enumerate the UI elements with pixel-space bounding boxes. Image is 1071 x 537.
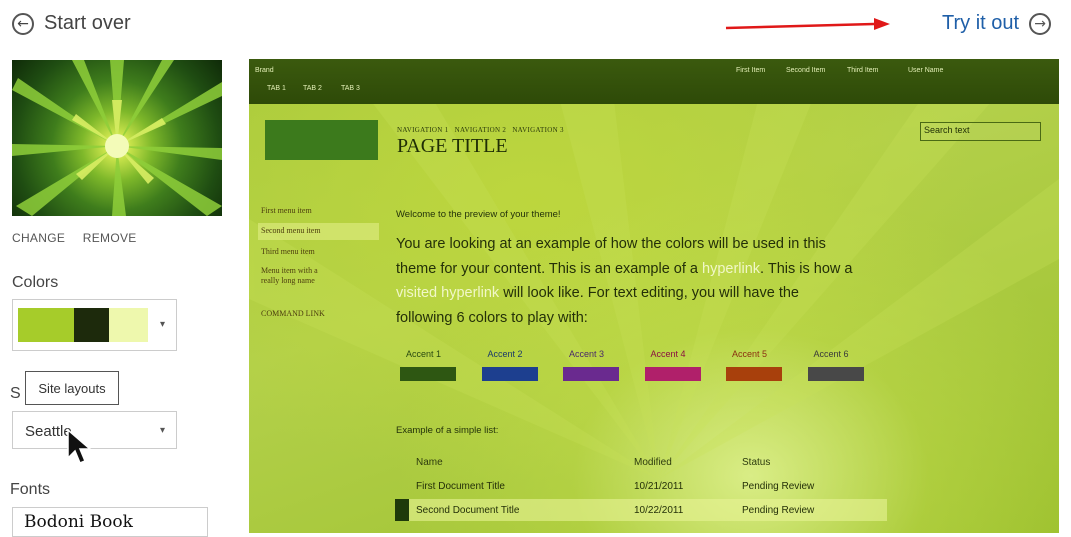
- chevron-down-icon: ▾: [160, 425, 166, 436]
- breadcrumb: NAVIGATION 1 NAVIGATION 2 NAVIGATION 3: [397, 126, 564, 134]
- visited-hyperlink-example[interactable]: visited hyperlink: [396, 285, 499, 301]
- body-line: You are looking at an example of how the…: [396, 236, 826, 252]
- accent-swatch-6: [807, 367, 864, 381]
- accent-label-2: Accent 2: [487, 349, 523, 359]
- accent-swatch-2: [481, 367, 538, 381]
- fonts-label: Fonts: [10, 481, 51, 498]
- annotation-red-arrow-icon: [725, 18, 890, 30]
- body-text: You are looking at an example of how the…: [396, 232, 896, 330]
- suite-tab-3[interactable]: TAB 3: [341, 85, 360, 92]
- site-layouts-tooltip: Site layouts: [25, 371, 119, 405]
- menu-item-1[interactable]: First menu item: [261, 206, 312, 215]
- accent-swatch-5: [726, 367, 782, 381]
- suite-bar: [249, 59, 1059, 104]
- change-image-link[interactable]: CHANGE: [12, 231, 65, 245]
- command-link[interactable]: COMMAND LINK: [261, 309, 325, 318]
- body-text-span: will look like. For text editing, you wi…: [499, 285, 799, 301]
- menu-item-2[interactable]: Second menu item: [261, 226, 321, 235]
- colors-label: Colors: [12, 274, 59, 291]
- table-cell: 10/22/2011: [634, 505, 684, 516]
- brand-label: Brand: [255, 67, 274, 74]
- font-scheme-value: Bodoni Book: [24, 512, 133, 532]
- accent-label-1: Accent 1: [406, 349, 442, 359]
- site-logo: [265, 120, 378, 160]
- suite-link-2[interactable]: Second Item: [786, 67, 825, 74]
- theme-background-image: [12, 60, 222, 216]
- color-swatch-1: [18, 308, 74, 342]
- list-label: Example of a simple list:: [396, 425, 499, 436]
- forward-arrow-icon: →: [1029, 12, 1052, 35]
- try-it-out-label: Try it out: [942, 12, 1020, 34]
- table-cell[interactable]: Second Document Title: [416, 505, 519, 516]
- back-arrow-icon: ←: [12, 12, 34, 35]
- accent-swatch-4: [644, 367, 701, 381]
- suite-tab-2[interactable]: TAB 2: [303, 85, 322, 92]
- table-cell: Pending Review: [742, 505, 815, 516]
- image-actions: CHANGE REMOVE: [12, 231, 151, 245]
- body-line: theme for your content. This is an examp…: [396, 257, 896, 282]
- theme-preview: Brand TAB 1 TAB 2 TAB 3 First Item Secon…: [249, 59, 1059, 533]
- color-swatch-2: [74, 308, 109, 342]
- table-cell: 10/21/2011: [634, 481, 684, 492]
- suite-link-3[interactable]: Third Item: [847, 67, 879, 74]
- menu-item-4-continued: really long name: [261, 276, 315, 285]
- bromeliad-image: [12, 60, 222, 216]
- nav-item[interactable]: NAVIGATION 1: [397, 126, 449, 134]
- column-header-name[interactable]: Name: [416, 457, 443, 468]
- user-name[interactable]: User Name: [908, 67, 943, 74]
- nav-item[interactable]: NAVIGATION 3: [512, 126, 564, 134]
- start-over-button[interactable]: ← Start over: [12, 12, 131, 35]
- row-selected-marker: [395, 499, 409, 521]
- mouse-cursor-icon: [67, 428, 92, 464]
- site-layouts-label: S: [10, 385, 21, 402]
- accent-swatch-3: [563, 367, 619, 381]
- accent-label-6: Accent 6: [813, 349, 849, 359]
- column-header-status[interactable]: Status: [742, 457, 770, 468]
- accent-swatch-1: [400, 367, 456, 381]
- menu-item-3[interactable]: Third menu item: [261, 247, 315, 256]
- body-text-span: . This is how a: [760, 260, 853, 277]
- menu-item-4[interactable]: Menu item with a: [261, 266, 318, 275]
- accent-label-4: Accent 4: [650, 349, 686, 359]
- suite-tab-1[interactable]: TAB 1: [267, 85, 286, 92]
- accent-label-3: Accent 3: [569, 349, 605, 359]
- suite-link-1[interactable]: First Item: [736, 67, 765, 74]
- try-it-out-button[interactable]: Try it out →: [942, 12, 1052, 35]
- site-layout-dropdown[interactable]: Seattle ▾: [12, 411, 177, 449]
- table-cell: Pending Review: [742, 481, 815, 492]
- site-layout-value: Seattle: [25, 423, 72, 440]
- table-cell[interactable]: First Document Title: [416, 481, 505, 492]
- chevron-down-icon: ▾: [160, 319, 166, 330]
- hyperlink-example[interactable]: hyperlink: [702, 261, 760, 277]
- body-line: following 6 colors to play with:: [396, 309, 588, 326]
- color-swatch-3: [109, 308, 148, 342]
- remove-image-link[interactable]: REMOVE: [83, 231, 137, 245]
- body-line: visited hyperlink will look like. For te…: [396, 281, 896, 306]
- accent-label-5: Accent 5: [732, 349, 768, 359]
- body-text-span: theme for your content. This is an examp…: [396, 260, 703, 277]
- search-input[interactable]: Search text: [920, 122, 1041, 141]
- page-title: PAGE TITLE: [397, 135, 508, 157]
- start-over-label: Start over: [44, 12, 131, 34]
- color-scheme-dropdown[interactable]: ▾: [12, 299, 177, 351]
- welcome-text: Welcome to the preview of your theme!: [396, 209, 561, 220]
- nav-item[interactable]: NAVIGATION 2: [455, 126, 507, 134]
- column-header-modified[interactable]: Modified: [634, 457, 672, 468]
